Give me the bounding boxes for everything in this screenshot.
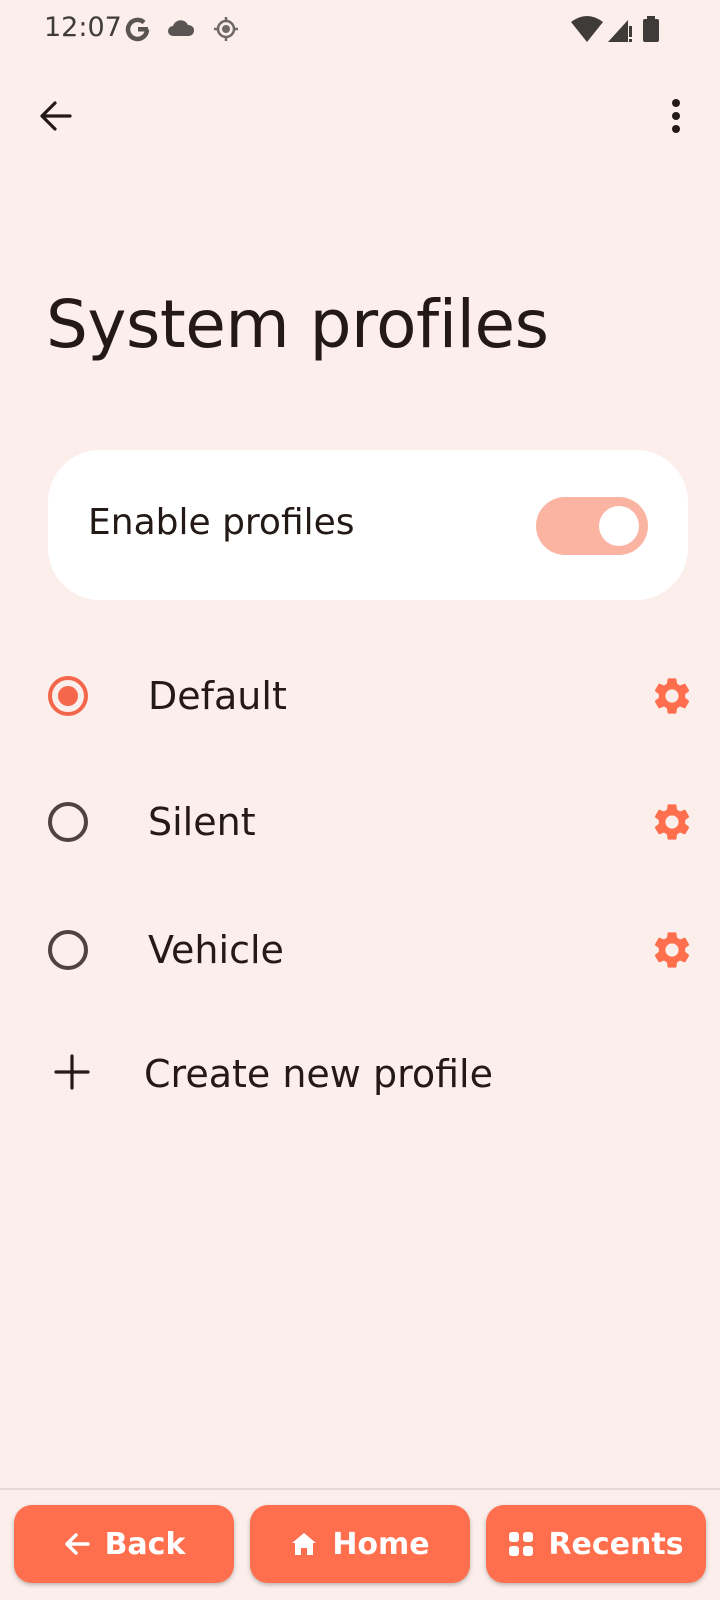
arrow-left-icon xyxy=(40,101,72,131)
switch-knob xyxy=(599,506,639,546)
enable-profiles-switch[interactable] xyxy=(536,497,648,555)
profile-label: Default xyxy=(148,674,287,718)
nav-back-label: Back xyxy=(104,1526,186,1562)
arrow-left-icon xyxy=(64,1533,90,1555)
page-title: System profiles xyxy=(46,286,549,363)
plus-icon xyxy=(54,1054,90,1090)
wifi-icon xyxy=(571,16,603,42)
location-icon xyxy=(214,17,238,41)
back-button[interactable] xyxy=(28,88,84,144)
screen: 12:07 System profiles Enable profiles De… xyxy=(0,0,720,1600)
enable-profiles-card[interactable]: Enable profiles xyxy=(48,450,688,600)
profile-row-vehicle[interactable]: Vehicle xyxy=(0,896,720,1006)
gear-icon[interactable] xyxy=(650,674,694,718)
navigation-bar: Back Home Recents xyxy=(0,1490,720,1600)
gear-icon[interactable] xyxy=(650,928,694,972)
home-icon xyxy=(292,1533,317,1555)
profile-label: Vehicle xyxy=(148,928,284,972)
radio-default[interactable] xyxy=(48,676,88,716)
nav-recents-label: Recents xyxy=(548,1526,684,1562)
radio-silent[interactable] xyxy=(48,802,88,842)
profile-row-silent[interactable]: Silent xyxy=(0,768,720,878)
create-profile-row[interactable]: Create new profile xyxy=(0,1030,720,1120)
nav-home-button[interactable]: Home xyxy=(250,1505,470,1583)
create-profile-label: Create new profile xyxy=(144,1052,493,1096)
battery-icon xyxy=(643,16,659,42)
more-options-button[interactable] xyxy=(648,88,704,144)
gear-icon[interactable] xyxy=(650,800,694,844)
radio-vehicle[interactable] xyxy=(48,930,88,970)
google-icon xyxy=(125,17,150,42)
more-vert-icon xyxy=(672,99,680,133)
profile-label: Silent xyxy=(148,800,256,844)
recents-icon xyxy=(509,1532,534,1556)
enable-profiles-label: Enable profiles xyxy=(88,502,355,543)
nav-recents-button[interactable]: Recents xyxy=(486,1505,706,1583)
profile-row-default[interactable]: Default xyxy=(0,642,720,752)
status-bar: 12:07 xyxy=(0,0,720,60)
cloud-icon xyxy=(168,20,195,36)
status-time: 12:07 xyxy=(44,12,122,43)
cellular-icon xyxy=(608,20,632,42)
nav-back-button[interactable]: Back xyxy=(14,1505,234,1583)
nav-home-label: Home xyxy=(332,1526,430,1562)
